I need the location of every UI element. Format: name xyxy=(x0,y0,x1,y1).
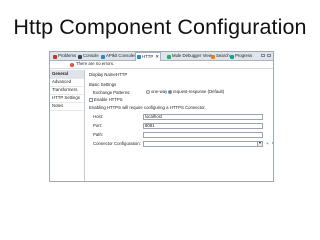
nav-item-notes[interactable]: Notes xyxy=(50,103,84,111)
port-field[interactable]: 8081 xyxy=(143,123,263,129)
path-label: Path: xyxy=(93,132,104,137)
http-icon xyxy=(137,55,141,59)
slide-title: Http Component Configuration xyxy=(13,15,307,39)
exchange-patterns-label: Exchange Patterns: xyxy=(93,90,131,95)
https-note: Enabling HTTPS will require configuring … xyxy=(89,105,206,110)
tab-apikit-consoles[interactable]: APIkit Consoles xyxy=(100,53,137,60)
tab-progress[interactable]: Progress xyxy=(229,53,253,60)
minimize-icon[interactable] xyxy=(261,54,265,57)
tab-http[interactable]: HTTP ✕ xyxy=(135,52,161,61)
general-form: Display Name: HTTP Basic Settings Exchan… xyxy=(88,70,273,181)
chevron-down-icon[interactable]: ▼ xyxy=(257,142,262,146)
radio-one-way[interactable]: one-way xyxy=(146,89,167,95)
radio-request-response-button[interactable] xyxy=(168,90,172,95)
info-bar: ! There are no errors. xyxy=(50,61,273,69)
tab-console[interactable]: Console xyxy=(77,53,100,60)
display-name-value[interactable]: HTTP xyxy=(116,72,127,77)
add-connector-icon[interactable]: + xyxy=(265,141,270,146)
apikit-icon xyxy=(101,54,105,59)
edit-connector-icon[interactable]: ✎ xyxy=(271,141,273,146)
view-tab-bar: Problems Console APIkit Consoles HTTP ✕ … xyxy=(50,52,273,61)
tab-close-icon[interactable]: ✕ xyxy=(155,54,159,59)
host-label: Host: xyxy=(93,114,104,119)
tab-mule-debugger[interactable]: Mule Debugger View xyxy=(166,53,213,60)
nav-item-http-settings[interactable]: HTTP Settings xyxy=(50,95,84,103)
radio-one-way-button[interactable] xyxy=(146,90,150,95)
search-icon xyxy=(211,54,215,59)
properties-nav: General Advanced Transformers HTTP Setti… xyxy=(50,70,85,181)
progress-icon xyxy=(230,54,234,59)
nav-item-advanced[interactable]: Advanced xyxy=(50,79,84,87)
display-name-label: Display Name: xyxy=(89,72,117,77)
nav-item-transformers[interactable]: Transformers xyxy=(50,87,84,95)
connector-configuration-select[interactable]: ▼ xyxy=(143,141,263,147)
window-controls xyxy=(261,54,271,57)
info-message: There are no errors. xyxy=(76,61,115,67)
tab-search[interactable]: Search xyxy=(210,53,231,60)
radio-request-response[interactable]: request-response (Default) xyxy=(168,89,224,95)
maximize-icon[interactable] xyxy=(267,54,271,57)
connector-configuration-label: Connector Configuration: xyxy=(93,141,141,146)
tab-problems[interactable]: Problems xyxy=(52,53,77,60)
console-icon xyxy=(78,54,82,59)
host-field[interactable]: localhost xyxy=(143,114,263,120)
debugger-icon xyxy=(167,54,171,59)
http-properties-window: Problems Console APIkit Consoles HTTP ✕ … xyxy=(49,51,274,182)
path-field[interactable] xyxy=(143,132,263,138)
enable-https-checkbox[interactable]: Enable HTTPS xyxy=(89,97,123,103)
problems-icon xyxy=(53,54,57,59)
basic-settings-heading: Basic Settings xyxy=(89,82,117,87)
enable-https-box[interactable] xyxy=(89,98,93,103)
nav-item-general[interactable]: General xyxy=(50,70,84,79)
error-status-icon: ! xyxy=(70,62,74,67)
port-label: Port: xyxy=(93,123,103,128)
